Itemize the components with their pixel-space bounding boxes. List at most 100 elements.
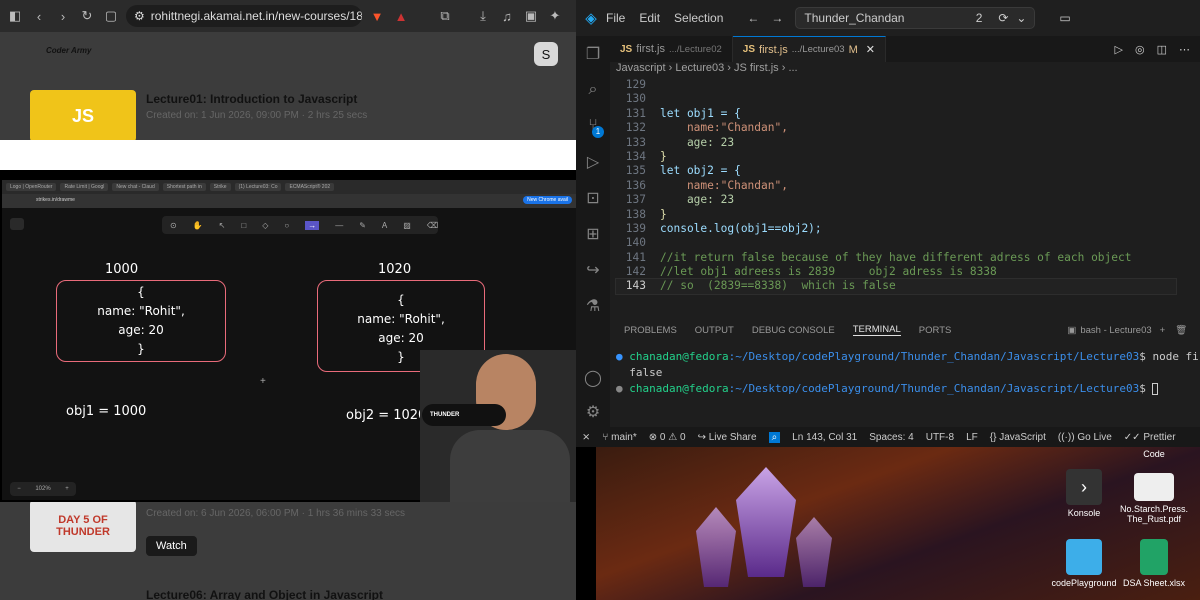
remote-explorer-icon[interactable]: ⊡ xyxy=(576,180,610,216)
cursor-position[interactable]: Ln 143, Col 31 xyxy=(792,432,857,443)
desktop-icon-konsole[interactable]: › Konsole xyxy=(1044,469,1124,518)
code-text: //it return false because of they have d… xyxy=(660,250,1132,264)
source-control-icon[interactable]: ⑂ 1 xyxy=(576,108,610,144)
settings-gear-icon[interactable]: ⚙ xyxy=(576,394,610,430)
tab-output[interactable]: OUTPUT xyxy=(695,325,734,336)
indentation[interactable]: Spaces: 4 xyxy=(869,432,913,443)
wallet-icon[interactable]: ▣ xyxy=(522,8,540,24)
desktop-icon-code[interactable]: Code xyxy=(1114,449,1194,459)
profile-avatar[interactable]: S xyxy=(534,42,558,66)
screenshot-icon[interactable]: ⧉ xyxy=(436,8,454,24)
run-debug-icon[interactable]: ▷ xyxy=(576,144,610,180)
close-icon[interactable]: ✕ xyxy=(866,43,875,56)
brave-rewards-icon[interactable]: ▲ xyxy=(392,9,410,24)
layout-icon[interactable]: ▭ xyxy=(1059,11,1070,25)
desktop-icon-codeplayground[interactable]: codePlayground xyxy=(1044,539,1124,588)
run-icon[interactable]: ▷ xyxy=(1115,43,1123,56)
menu-selection[interactable]: Selection xyxy=(674,11,723,25)
nav-back-icon[interactable]: ← xyxy=(747,11,759,25)
live-share-status[interactable]: ↪ Live Share xyxy=(698,432,757,443)
eol[interactable]: LF xyxy=(966,432,978,443)
code-text: let obj1 = { xyxy=(660,106,741,120)
live-share-icon[interactable]: ↪ xyxy=(576,252,610,288)
line-number: 140 xyxy=(625,236,646,250)
terminal[interactable]: ● chanadan@fedora:~/Desktop/codePlaygrou… xyxy=(616,350,1200,420)
language-mode[interactable]: {} JavaScript xyxy=(990,432,1046,443)
tab-path: .../Lecture02 xyxy=(668,43,722,55)
breadcrumb-item[interactable]: Javascript xyxy=(616,62,666,74)
branch-name: main* xyxy=(611,431,637,443)
menu-file[interactable]: File xyxy=(606,11,625,25)
terminal-name[interactable]: bash - Lecture03 xyxy=(1080,325,1151,336)
menu-edit[interactable]: Edit xyxy=(639,11,660,25)
site-info-icon[interactable]: ⚙ xyxy=(134,9,145,23)
nav-forward-icon[interactable]: → xyxy=(771,11,783,25)
reload-icon[interactable]: ↻ xyxy=(78,8,96,24)
address-bar[interactable]: ⚙ rohittnegi.akamai.net.in/new-courses/1… xyxy=(126,5,362,27)
problems-status[interactable]: ⊗ 0 ⚠ 0 xyxy=(649,432,686,443)
course-thumbnail[interactable]: JS xyxy=(30,90,136,142)
line-number: 133 xyxy=(625,135,646,149)
breadcrumb: Javascript › Lecture03 › JS first.js › .… xyxy=(616,62,798,74)
breadcrumb-item[interactable]: JS first.js xyxy=(734,62,779,74)
desktop-icon-pdf[interactable]: No.Starch.Press. The_Rust.pdf xyxy=(1114,473,1194,524)
line-number: 134 xyxy=(625,149,646,163)
forward-icon[interactable]: › xyxy=(54,9,72,24)
desktop-icon-label: Konsole xyxy=(1067,508,1101,518)
remote-icon[interactable]: ⨯ xyxy=(582,432,590,443)
testing-icon[interactable]: ⚗ xyxy=(576,288,610,324)
tab-terminal[interactable]: TERMINAL xyxy=(852,324,901,336)
tab-debug-console[interactable]: DEBUG CONSOLE xyxy=(752,325,835,336)
breadcrumb-item[interactable]: ... xyxy=(788,62,797,74)
code-editor[interactable]: 129 130 131 let obj1 = { 132 name:"Chanda… xyxy=(615,78,1177,295)
back-icon[interactable]: ‹ xyxy=(30,9,48,24)
watch-button[interactable]: Watch xyxy=(146,536,197,556)
new-terminal-icon[interactable]: + xyxy=(1160,325,1166,336)
search-icon[interactable]: ⌕ xyxy=(576,72,610,108)
course-title[interactable]: Lecture01: Introduction to Javascript xyxy=(146,92,357,106)
go-live-button[interactable]: ((·)) Go Live xyxy=(1058,432,1112,443)
tab-first-js-lecture03[interactable]: JS first.js .../Lecture03 M ✕ xyxy=(732,36,886,62)
copilot-chat-icon[interactable]: ◎ xyxy=(1135,43,1145,56)
editor-actions: ▷ ◎ ◫ ⋯ xyxy=(1115,43,1200,56)
tab-name: first.js xyxy=(636,43,665,55)
zoom-status-icon[interactable]: ⌕ xyxy=(768,431,781,443)
prettier-status[interactable]: ✓✓ Prettier xyxy=(1124,432,1176,443)
account-icon[interactable]: ◯ xyxy=(576,360,610,396)
course-title[interactable]: Lecture06: Array and Object in Javascrip… xyxy=(146,588,383,600)
tab-problems[interactable]: PROBLEMS xyxy=(624,325,677,336)
object-name: name: "Rohit", xyxy=(357,312,445,326)
wallpaper-crystal xyxy=(696,507,736,587)
tab-first-js-lecture02[interactable]: JS first.js .../Lecture02 xyxy=(610,36,733,62)
branch-status[interactable]: ⑂ main* xyxy=(602,432,636,443)
breadcrumb-item[interactable]: Lecture03 xyxy=(675,62,724,74)
kill-terminal-icon[interactable]: 🗑 xyxy=(1175,325,1187,336)
split-editor-icon[interactable]: ◫ xyxy=(1157,43,1167,56)
vscode-logo-icon: ◈ xyxy=(585,10,597,27)
explorer-icon[interactable]: ❐ xyxy=(576,36,610,72)
bookmark-icon[interactable]: ▢ xyxy=(102,8,120,24)
command-center[interactable]: Thunder_Chandan 2 ⟳ ⌄ xyxy=(795,7,1036,29)
chevron-down-icon[interactable]: ⌄ xyxy=(1016,11,1026,25)
inner-tab-strip: Logo | OpenRouter Rate Limit | Googl New… xyxy=(2,180,576,194)
course-thumbnail[interactable]: DAY 5 OF THUNDER xyxy=(30,500,136,552)
leo-icon[interactable]: ✦ xyxy=(546,8,564,24)
more-icon[interactable]: ⋯ xyxy=(1179,43,1190,56)
copilot-icon[interactable]: ⟳ xyxy=(998,11,1008,25)
line-number: 138 xyxy=(625,207,646,221)
media-icon[interactable]: ♫ xyxy=(498,9,516,24)
encoding[interactable]: UTF-8 xyxy=(926,432,954,443)
desktop-icon-dsa-sheet[interactable]: DSA Sheet.xlsx xyxy=(1114,539,1194,588)
desktop-icon-label: No.Starch.Press. The_Rust.pdf xyxy=(1119,504,1189,524)
download-icon[interactable]: ⤓ xyxy=(474,8,492,24)
obj2-label: obj2 = 1020 xyxy=(346,408,427,423)
brave-shield-icon[interactable]: ▼ xyxy=(368,9,386,24)
hand-icon: ✋ xyxy=(192,220,203,230)
tab-ports[interactable]: PORTS xyxy=(919,325,952,336)
extensions-icon[interactable]: ⊞ xyxy=(576,216,610,252)
spreadsheet-icon xyxy=(1140,539,1168,575)
sidebar-icon[interactable]: ◧ xyxy=(6,8,24,24)
js-file-icon: JS xyxy=(620,43,633,55)
code-line: 140 xyxy=(616,236,1176,250)
terminal-output: false xyxy=(629,366,663,379)
